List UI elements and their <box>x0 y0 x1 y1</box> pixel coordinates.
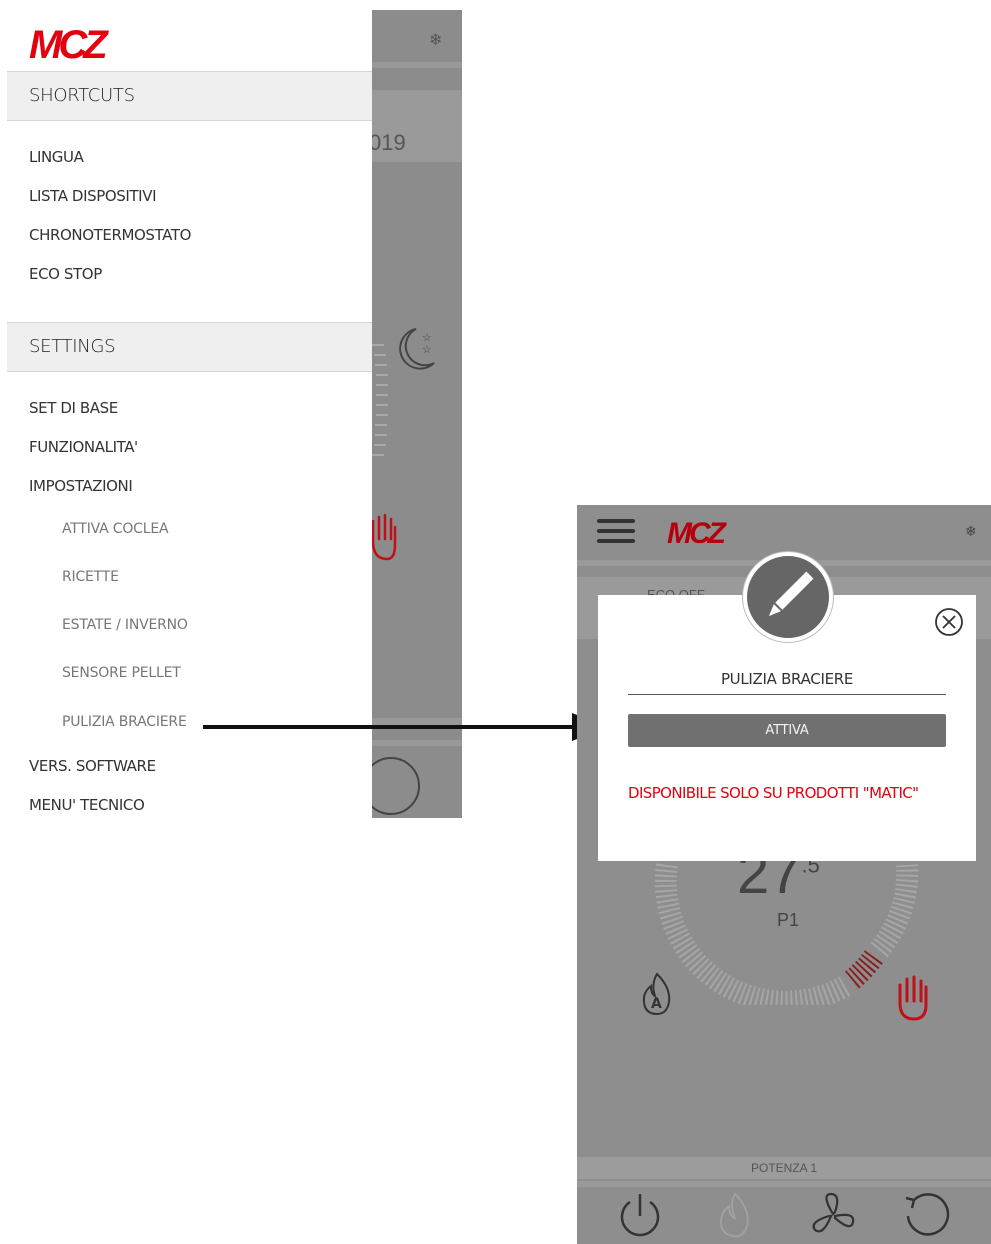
submenu-item-attiva-coclea[interactable]: ATTIVA COCLEA <box>62 521 169 537</box>
section-header-settings: SETTINGS <box>7 322 372 372</box>
hand-icon <box>371 513 397 561</box>
menu-item-menu-tecnico[interactable]: MENU' TECNICO <box>29 796 145 814</box>
logo-text: MCZ <box>667 517 728 547</box>
svg-text:A: A <box>651 996 662 1012</box>
submenu-item-pulizia-braciere[interactable]: PULIZIA BRACIERE <box>62 714 187 730</box>
menu-item-chronotermostato[interactable]: CHRONOTERMOSTATO <box>29 226 191 244</box>
section-title: SETTINGS <box>29 336 116 357</box>
left-screenshot: 019 ❄ ☆ ☆ MCZ SHORTCUTS LINGUA LISTA DIS… <box>7 10 462 818</box>
menu-item-eco-stop[interactable]: ECO STOP <box>29 265 102 283</box>
potenza-label: POTENZA 1 <box>577 1157 991 1179</box>
right-screenshot: MCZ ❄ ECO OFF 27.5 P1 A POTENZA 1 <box>577 505 991 1244</box>
attiva-button[interactable]: ATTIVA <box>628 714 946 747</box>
fan-icon[interactable] <box>807 1190 859 1240</box>
menu-item-vers-software[interactable]: VERS. SOFTWARE <box>29 757 156 775</box>
submenu-item-estate-inverno[interactable]: ESTATE / INVERNO <box>62 617 188 633</box>
snowflake-icon: ❄ <box>429 32 443 49</box>
mcz-logo: MCZ <box>29 24 113 64</box>
mcz-logo: MCZ <box>667 517 731 547</box>
dialog-title: PULIZIA BRACIERE <box>628 670 946 695</box>
section-title: SHORTCUTS <box>29 85 135 106</box>
divider <box>577 1181 991 1187</box>
menu-item-lista-dispositivi[interactable]: LISTA DISPOSITIVI <box>29 187 157 205</box>
menu-item-impostazioni[interactable]: IMPOSTAZIONI <box>29 477 133 495</box>
logo-text: MCZ <box>29 24 109 64</box>
auto-flame-icon: A <box>642 972 671 1016</box>
pencil-icon <box>743 552 833 642</box>
snowflake-icon: ❄ <box>965 523 977 539</box>
hand-icon <box>898 975 928 1021</box>
svg-text:☆: ☆ <box>422 343 432 356</box>
navigation-drawer: MCZ SHORTCUTS LINGUA LISTA DISPOSITIVI C… <box>7 10 372 818</box>
top-bar: MCZ ❄ <box>577 505 991 557</box>
moon-stars-icon: ☆ ☆ <box>399 328 435 370</box>
power-level: P1 <box>777 910 800 930</box>
submenu-item-sensore-pellet[interactable]: SENSORE PELLET <box>62 665 181 681</box>
year-fragment: 019 <box>369 130 406 155</box>
close-circle-icon[interactable] <box>934 607 964 637</box>
warning-text: DISPONIBILE SOLO SU PRODOTTI "MATIC" <box>628 784 919 802</box>
flame-icon[interactable] <box>715 1190 755 1240</box>
submenu-item-ricette[interactable]: RICETTE <box>62 569 119 585</box>
menu-item-funzionalita[interactable]: FUNZIONALITA' <box>29 438 138 456</box>
power-icon[interactable] <box>615 1190 665 1240</box>
restart-icon[interactable] <box>902 1190 952 1240</box>
menu-item-set-di-base[interactable]: SET DI BASE <box>29 399 118 417</box>
hamburger-icon[interactable] <box>597 519 635 543</box>
menu-item-lingua[interactable]: LINGUA <box>29 148 84 166</box>
section-header-shortcuts: SHORTCUTS <box>7 71 372 121</box>
